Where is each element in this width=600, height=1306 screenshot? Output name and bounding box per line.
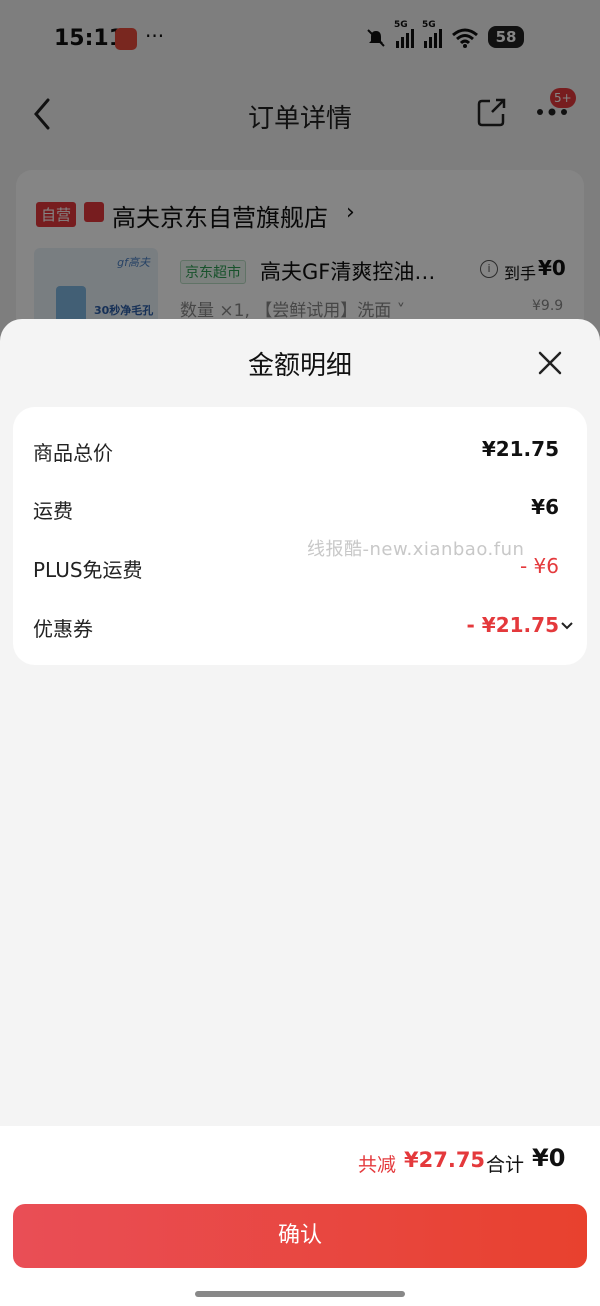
total-value: ¥0 [532,1144,566,1172]
total-reduction-label: 共减 [358,1154,397,1176]
row-coupon[interactable]: 优惠券 - ¥21.75 [33,613,573,643]
row-shipping: 运费 ¥6 [33,495,559,525]
row-value: ¥21.75 [481,437,559,461]
summary-bar: 共减 ¥27.75 合计 ¥0 [0,1126,600,1196]
confirm-button[interactable]: 确认 [13,1204,587,1268]
row-value: ¥6 [531,495,559,519]
row-label: 商品总价 [33,441,113,465]
amount-detail-sheet: 金额明细 商品总价 ¥21.75 运费 ¥6 线报酷-new.xianbao.f… [0,319,600,1306]
row-plus-free-shipping: PLUS免运费 - ¥6 [33,554,559,584]
amount-detail-card: 商品总价 ¥21.75 运费 ¥6 线报酷-new.xianbao.fun PL… [13,407,587,665]
row-label: 优惠券 [33,617,93,641]
total-label: 合计 [486,1154,525,1176]
row-label: PLUS免运费 [33,558,143,582]
row-value: - ¥6 [519,554,559,578]
home-indicator[interactable] [195,1291,405,1297]
chevron-down-icon[interactable] [561,621,573,631]
row-goods-total: 商品总价 ¥21.75 [33,437,559,467]
footer: 确认 [0,1196,600,1306]
sheet-title: 金额明细 [247,351,352,381]
total-reduction-value: ¥27.75 [404,1148,486,1172]
row-value: - ¥21.75 [466,613,559,637]
close-icon[interactable] [536,349,564,377]
row-label: 运费 [33,499,73,523]
